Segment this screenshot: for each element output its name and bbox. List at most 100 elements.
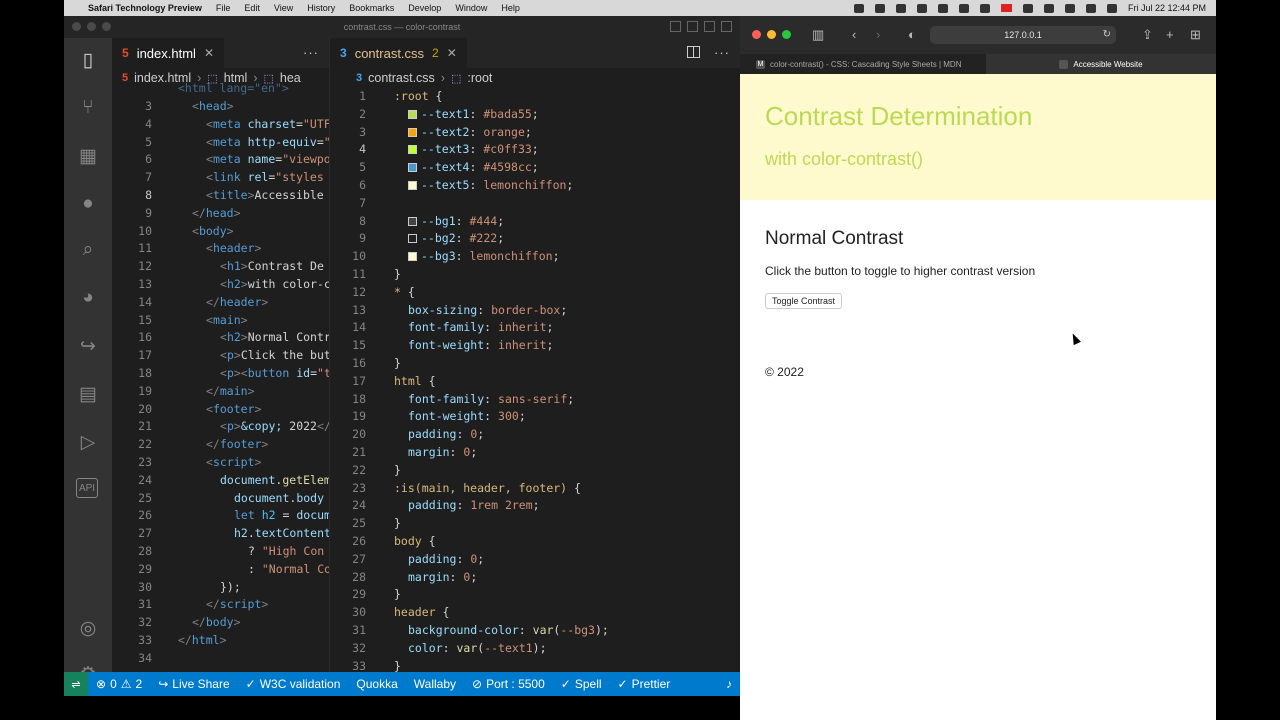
tab-contrast-css[interactable]: 3 contrast.css 2 ✕ [330, 38, 467, 68]
live-share-icon[interactable]: ↪ [76, 334, 100, 358]
extensions-icon[interactable]: ▦ [76, 144, 100, 168]
source-control-icon[interactable]: ⑂ [76, 96, 100, 120]
wallaby-status[interactable]: Wallaby [406, 677, 464, 691]
tab-label: contrast.css [354, 45, 425, 61]
toggle-sidebar-icon[interactable] [670, 21, 681, 32]
back-icon[interactable]: ‹ [852, 27, 856, 42]
docker-icon[interactable]: ▤ [76, 382, 100, 406]
code-token: : [518, 623, 533, 637]
code-token: var [532, 623, 554, 637]
color-swatch[interactable] [408, 127, 417, 137]
close-tab-icon[interactable]: ✕ [447, 46, 457, 60]
code-line: document.getElem [220, 472, 329, 490]
code-token: &copy; [240, 419, 283, 434]
color-swatch[interactable] [408, 234, 417, 244]
code-token: } [394, 587, 401, 602]
spell-status[interactable]: ✓ Spell [553, 677, 610, 691]
customize-layout-icon[interactable] [721, 21, 732, 32]
menu-bookmarks[interactable]: Bookmarks [349, 3, 394, 13]
sidebar-toggle-icon[interactable]: ▥ [812, 27, 824, 43]
toggle-secondary-sidebar-icon[interactable] [704, 21, 715, 32]
code-token: = [296, 116, 303, 131]
color-swatch[interactable] [408, 252, 417, 262]
tab-index-html[interactable]: 5 index.html ✕ [112, 38, 224, 68]
code-token: Contrast De [247, 259, 324, 274]
canada-flag-icon[interactable] [1000, 4, 1012, 12]
color-swatch[interactable] [408, 163, 417, 173]
code-line: font-family: sans-serif; [408, 391, 574, 409]
notifications-bell-icon[interactable]: ♪ [718, 677, 740, 691]
w3c-validation-status[interactable]: ✓ W3C validation [238, 677, 349, 691]
github-icon[interactable]: ● [76, 192, 100, 216]
more-actions-icon[interactable]: ··· [303, 45, 319, 60]
battery-icon[interactable] [1022, 3, 1033, 13]
palette-icon[interactable]: ◕ [76, 286, 100, 310]
code-token: ; [546, 338, 554, 353]
code-line: <body> [192, 223, 234, 241]
code-token: body [296, 490, 325, 505]
breadcrumb-file[interactable]: contrast.css [368, 71, 435, 85]
share-icon[interactable]: ⇪ [1142, 27, 1153, 43]
spotify-icon[interactable] [895, 3, 906, 13]
problems-status[interactable]: ⊗ 0 ⚠ 2 [88, 677, 150, 691]
line-number: 33 [138, 633, 152, 647]
breadcrumb-root[interactable]: :root [467, 71, 492, 85]
remote-indicator[interactable]: ⇌ [64, 672, 88, 696]
zoom-window-button[interactable] [102, 22, 111, 31]
split-editor-icon[interactable] [687, 46, 700, 58]
code-token: --bg3 [560, 623, 595, 637]
line-number: 12 [352, 284, 366, 299]
code-token: } [394, 267, 401, 281]
bluetooth-icon[interactable] [1043, 3, 1054, 13]
camera-icon[interactable] [874, 3, 885, 13]
menu-file[interactable]: File [216, 3, 231, 13]
screen-recording-icon[interactable] [853, 3, 864, 13]
close-window-button[interactable] [72, 22, 81, 31]
minimize-window-button[interactable] [87, 22, 96, 31]
timer-icon[interactable] [958, 3, 969, 13]
api-icon[interactable]: API [76, 478, 98, 498]
menu-edit[interactable]: Edit [244, 3, 260, 13]
privacy-shield-icon[interactable]: ◐ [908, 27, 916, 42]
volume-icon[interactable] [979, 3, 990, 13]
menu-help[interactable]: Help [501, 3, 520, 13]
tab-mdn[interactable]: M color-contrast() - CSS: Cascading Styl… [740, 54, 986, 74]
mail-icon[interactable] [937, 3, 948, 13]
color-swatch[interactable] [408, 145, 417, 155]
search-icon[interactable] [1085, 3, 1096, 13]
tab-overview-icon[interactable]: ⊞ [1190, 27, 1201, 43]
new-tab-icon[interactable]: + [1166, 27, 1174, 42]
minimize-window-button[interactable] [767, 30, 776, 39]
toggle-panel-icon[interactable] [687, 21, 698, 32]
more-actions-icon[interactable]: ··· [714, 45, 730, 60]
close-tab-icon[interactable]: ✕ [204, 46, 214, 60]
search-icon[interactable]: ⌕ [76, 238, 100, 262]
control-center-icon[interactable] [1106, 3, 1117, 13]
live-share-status[interactable]: ↪ Live Share [150, 677, 237, 691]
menu-bar-clock[interactable]: Fri Jul 22 12:44 PM [1128, 3, 1206, 13]
prettier-status[interactable]: ✓ Prettier [610, 677, 679, 691]
tab-accessible-website[interactable]: Accessible Website [986, 54, 1216, 74]
menu-window[interactable]: Window [455, 3, 487, 13]
forward-icon[interactable]: › [876, 27, 880, 42]
menu-history[interactable]: History [307, 3, 335, 13]
port-status[interactable]: ⊘ Port : 5500 [464, 677, 553, 691]
menu-develop[interactable]: Develop [408, 3, 441, 13]
reload-icon[interactable]: ↻ [1103, 29, 1111, 40]
zoom-window-button[interactable] [782, 30, 791, 39]
run-debug-icon[interactable]: ▷ [76, 430, 100, 454]
color-swatch[interactable] [408, 109, 417, 119]
address-bar[interactable]: 127.0.0.1 ↻ [930, 26, 1116, 44]
wifi-icon[interactable] [1064, 3, 1075, 13]
color-swatch[interactable] [408, 216, 417, 226]
shield-icon[interactable] [916, 3, 927, 13]
quokka-status[interactable]: Quokka [348, 677, 405, 691]
menu-view[interactable]: View [274, 3, 293, 13]
color-swatch[interactable] [408, 181, 417, 190]
explorer-icon[interactable]: ▯ [76, 48, 100, 72]
close-window-button[interactable] [752, 30, 761, 39]
code-token: inherit [498, 338, 547, 353]
toggle-contrast-button[interactable]: Toggle Contrast [765, 293, 843, 309]
account-icon[interactable]: ◎ [76, 616, 100, 640]
app-menu[interactable]: Safari Technology Preview [88, 3, 202, 13]
